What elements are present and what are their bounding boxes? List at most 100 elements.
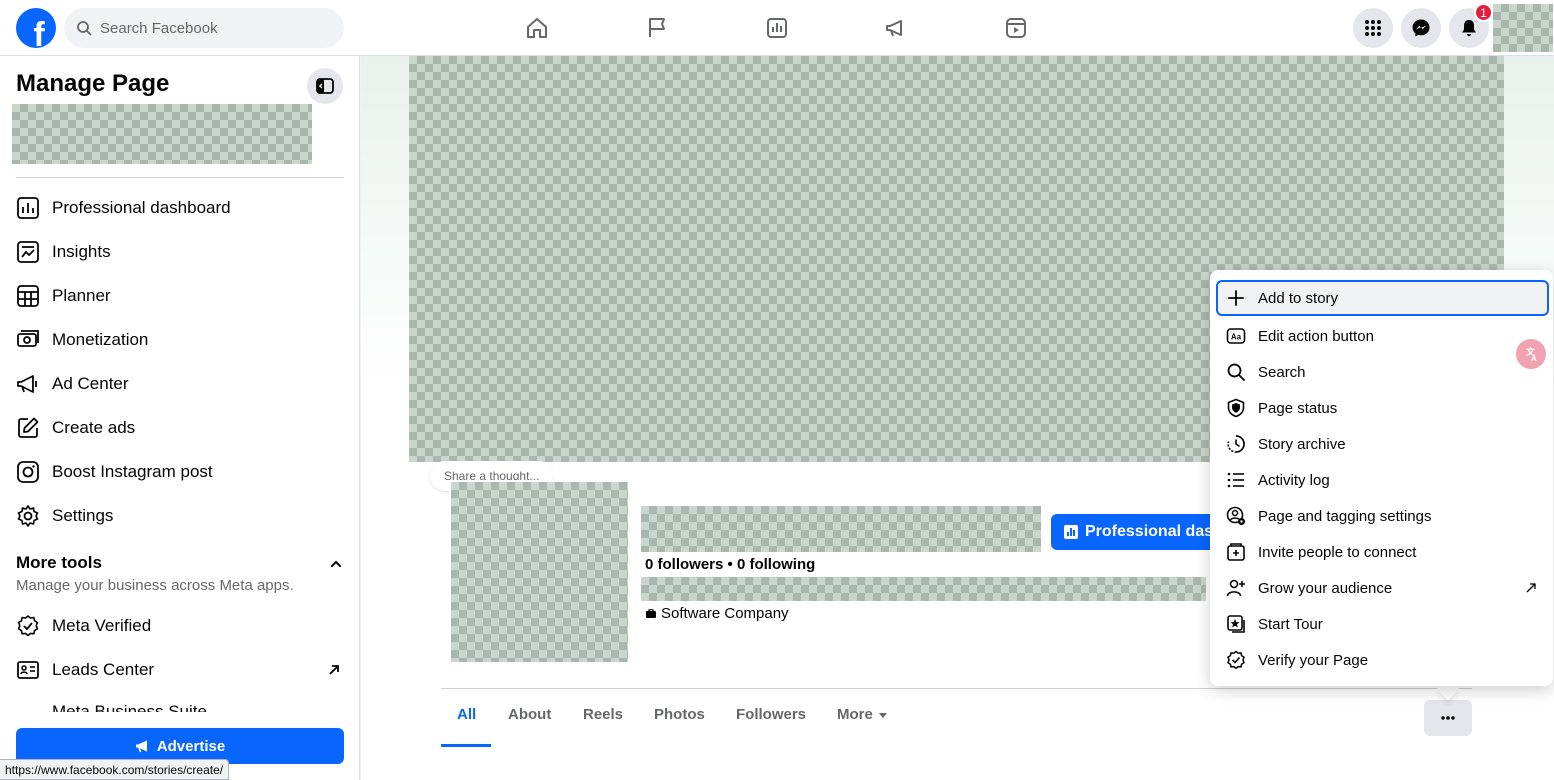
- followers-count[interactable]: 0 followers • 0 following: [645, 556, 815, 573]
- verified-icon: [17, 615, 39, 637]
- translate-icon[interactable]: 文A: [1516, 339, 1546, 369]
- category-label: Software Company: [661, 605, 789, 622]
- more-tools-heading[interactable]: More tools: [16, 553, 102, 573]
- notifications-button[interactable]: 1: [1449, 3, 1493, 48]
- facebook-logo[interactable]: f: [16, 8, 56, 48]
- external-link-icon: [1526, 583, 1536, 593]
- planner-icon: [17, 285, 39, 307]
- menu-item-grow-audience[interactable]: Grow your audience: [1216, 570, 1549, 606]
- sidebar-item-ad-center[interactable]: Ad Center: [8, 362, 352, 406]
- menu-item-label: Invite people to connect: [1258, 543, 1417, 561]
- tab-followers[interactable]: Followers: [736, 706, 806, 723]
- menu-item-story-archive[interactable]: Story archive: [1216, 426, 1549, 462]
- more-tools-subtitle: Manage your business across Meta apps.: [16, 577, 294, 594]
- reels-icon[interactable]: [996, 8, 1036, 48]
- tabs-divider: [441, 688, 1472, 689]
- sidebar-item-label: Monetization: [52, 330, 149, 349]
- menu-item-start-tour[interactable]: Start Tour: [1216, 606, 1549, 642]
- sidebar-item-label: Leads Center: [52, 660, 155, 679]
- notification-count-badge: 1: [1474, 3, 1493, 22]
- shield-icon: [1227, 398, 1245, 418]
- tab-photos[interactable]: Photos: [654, 706, 705, 723]
- flag-icon[interactable]: [637, 8, 677, 48]
- page-bio-redacted: [641, 577, 1206, 601]
- invite-icon: [1227, 543, 1245, 561]
- menu-item-page-tagging-settings[interactable]: Page and tagging settings: [1216, 498, 1549, 534]
- plus-icon: [1228, 290, 1244, 306]
- menu-item-search[interactable]: Search: [1216, 354, 1549, 390]
- page-name-redacted: [641, 506, 1041, 552]
- menu-item-activity-log[interactable]: Activity log: [1216, 462, 1549, 498]
- pencil-icon: [18, 417, 39, 438]
- megaphone-icon: [17, 375, 37, 393]
- dashboard-icon: [17, 197, 39, 219]
- external-link-icon: [329, 665, 339, 675]
- menu-item-invite-people[interactable]: Invite people to connect: [1216, 534, 1549, 570]
- sidebar-item-create-ads[interactable]: Create ads: [8, 406, 352, 450]
- menu-item-label: Search: [1258, 363, 1306, 381]
- sidebar-divider: [16, 177, 344, 178]
- megaphone-icon: [135, 740, 147, 753]
- sidebar-item-meta-verified[interactable]: Meta Verified: [8, 604, 352, 648]
- more-options-button[interactable]: [1424, 700, 1472, 736]
- monetization-icon: [17, 330, 39, 347]
- account-avatar[interactable]: [1493, 4, 1553, 52]
- menu-item-label: Page and tagging settings: [1258, 507, 1432, 525]
- action-button-icon: Aa: [1226, 328, 1246, 344]
- sidebar-item-boost-instagram-post[interactable]: Boost Instagram post: [8, 450, 352, 494]
- sidebar-item-monetization[interactable]: Monetization: [8, 318, 352, 362]
- top-navigation-bar: f 1: [0, 0, 1554, 56]
- home-icon[interactable]: [517, 8, 557, 48]
- sidebar-item-label: Insights: [52, 242, 111, 261]
- page-name-thumbnail[interactable]: [12, 104, 312, 164]
- clock-archive-icon: [1227, 435, 1245, 453]
- grow-audience-icon: [1226, 579, 1245, 597]
- menu-item-add-to-story[interactable]: Add to story: [1216, 280, 1549, 316]
- search-input[interactable]: [100, 19, 330, 37]
- chevron-up-icon[interactable]: [328, 556, 344, 572]
- collapse-sidebar-button[interactable]: [307, 68, 343, 104]
- active-tab-indicator: [441, 744, 491, 747]
- instagram-icon: [17, 461, 39, 483]
- tab-all[interactable]: All: [457, 706, 476, 723]
- sidebar-item-label: Meta Verified: [52, 616, 152, 635]
- megaphone-icon[interactable]: [876, 8, 916, 48]
- tag-settings-icon: [1226, 506, 1245, 525]
- sidebar-toggle-icon: [316, 78, 334, 94]
- intro-card: [441, 766, 865, 780]
- sidebar-item-label: Planner: [52, 286, 111, 305]
- sidebar-item-meta-business-suite[interactable]: Meta Business Suite: [16, 702, 344, 712]
- tab-about[interactable]: About: [508, 706, 551, 723]
- gear-icon: [17, 505, 39, 527]
- search-icon: [77, 21, 92, 36]
- dashboard-icon[interactable]: [757, 8, 797, 48]
- menu-item-label: Start Tour: [1258, 615, 1323, 633]
- sidebar-item-label: Meta Business Suite: [52, 702, 207, 712]
- sidebar-item-settings[interactable]: Settings: [8, 494, 352, 538]
- svg-text:Aa: Aa: [1231, 333, 1242, 342]
- menu-item-page-status[interactable]: Page status: [1216, 390, 1549, 426]
- profile-picture[interactable]: [449, 480, 630, 664]
- search-box[interactable]: [64, 8, 344, 48]
- tab-reels[interactable]: Reels: [583, 706, 623, 723]
- menu-grid-button[interactable]: [1353, 8, 1393, 48]
- list-icon: [1227, 472, 1244, 488]
- messenger-icon: [1412, 19, 1430, 37]
- page-category: Software Company: [645, 605, 789, 622]
- tour-icon: [1227, 615, 1245, 633]
- menu-item-edit-action-button[interactable]: Aa Edit action button: [1216, 318, 1549, 354]
- sidebar-item-label: Create ads: [52, 418, 136, 437]
- sidebar-title: Manage Page: [16, 70, 170, 97]
- sidebar-item-insights[interactable]: Insights: [8, 230, 352, 274]
- menu-item-label: Verify your Page: [1258, 651, 1369, 669]
- manage-page-sidebar: Manage Page Professional dashboard Insig…: [0, 56, 360, 780]
- sidebar-item-leads-center[interactable]: Leads Center: [8, 648, 352, 692]
- menu-item-label: Activity log: [1258, 471, 1330, 489]
- tab-more[interactable]: More: [837, 706, 889, 723]
- messenger-button[interactable]: [1401, 8, 1441, 48]
- menu-item-verify-page[interactable]: Verify your Page: [1216, 642, 1549, 678]
- sidebar-item-professional-dashboard[interactable]: Professional dashboard: [8, 186, 352, 230]
- verified-icon: [1227, 650, 1245, 670]
- svg-text:A: A: [1531, 354, 1537, 363]
- sidebar-item-planner[interactable]: Planner: [8, 274, 352, 318]
